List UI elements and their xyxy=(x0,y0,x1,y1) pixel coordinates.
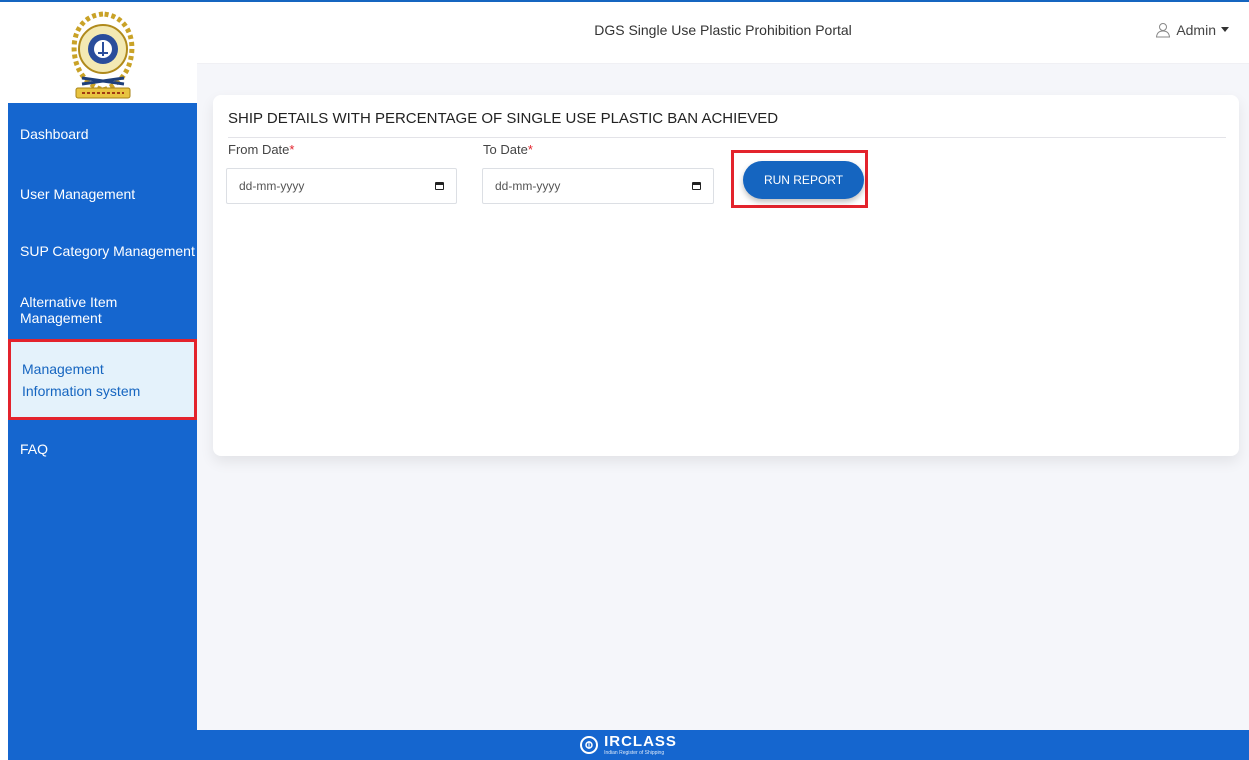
emblem-logo xyxy=(71,10,134,98)
to-date-placeholder: dd-mm-yyyy xyxy=(495,179,561,193)
sidebar-item-user-management[interactable]: User Management xyxy=(8,181,197,207)
sidebar-item-faq[interactable]: FAQ xyxy=(8,436,197,462)
divider xyxy=(228,137,1226,138)
footer-brand: IRCLASS Indian Register of Shipping xyxy=(604,732,677,757)
from-date-placeholder: dd-mm-yyyy xyxy=(239,179,305,193)
sidebar-item-label: SUP Category Management xyxy=(20,243,195,259)
sidebar-item-management-information-system[interactable]: Management Information system xyxy=(8,339,197,420)
required-mark: * xyxy=(527,142,533,157)
from-date-label: From Date* xyxy=(228,142,294,157)
to-date-label: To Date* xyxy=(483,142,533,157)
report-title: SHIP DETAILS WITH PERCENTAGE OF SINGLE U… xyxy=(228,110,779,127)
sidebar-item-label: Alternative Item Management xyxy=(20,294,118,326)
to-date-label-text: To Date xyxy=(483,142,528,157)
from-date-input[interactable]: dd-mm-yyyy xyxy=(226,168,457,204)
user-menu[interactable]: Admin xyxy=(1155,22,1229,38)
sidebar: Dashboard User Management SUP Category M… xyxy=(8,103,197,730)
to-date-input[interactable]: dd-mm-yyyy xyxy=(482,168,714,204)
calendar-icon[interactable] xyxy=(435,182,444,190)
required-mark: * xyxy=(289,142,295,157)
sidebar-item-sup-category-management[interactable]: SUP Category Management xyxy=(8,238,197,264)
logo[interactable] xyxy=(8,2,197,103)
footer-tagline: Indian Register of Shipping xyxy=(604,749,665,756)
sidebar-item-dashboard[interactable]: Dashboard xyxy=(8,121,197,147)
sidebar-item-label: Management Information system xyxy=(22,360,141,399)
sidebar-item-alternative-item-management[interactable]: Alternative Item Management xyxy=(8,294,197,326)
calendar-icon[interactable] xyxy=(692,182,701,190)
report-card xyxy=(213,95,1239,456)
from-date-label-text: From Date xyxy=(228,142,290,157)
sidebar-item-label: User Management xyxy=(20,186,136,202)
portal-title: DGS Single Use Plastic Prohibition Porta… xyxy=(594,22,852,38)
user-icon xyxy=(1156,23,1171,38)
user-name: Admin xyxy=(1176,22,1216,38)
footer: IRCLASS Indian Register of Shipping xyxy=(8,730,1249,760)
top-header: DGS Single Use Plastic Prohibition Porta… xyxy=(197,2,1249,64)
footer-brand-name: IRCLASS xyxy=(604,732,677,750)
caret-down-icon xyxy=(1221,27,1229,32)
irclass-logo-icon xyxy=(580,736,599,754)
sidebar-item-label: FAQ xyxy=(20,441,49,457)
sidebar-item-label: Dashboard xyxy=(20,126,89,142)
run-report-button[interactable]: RUN REPORT xyxy=(743,161,864,199)
